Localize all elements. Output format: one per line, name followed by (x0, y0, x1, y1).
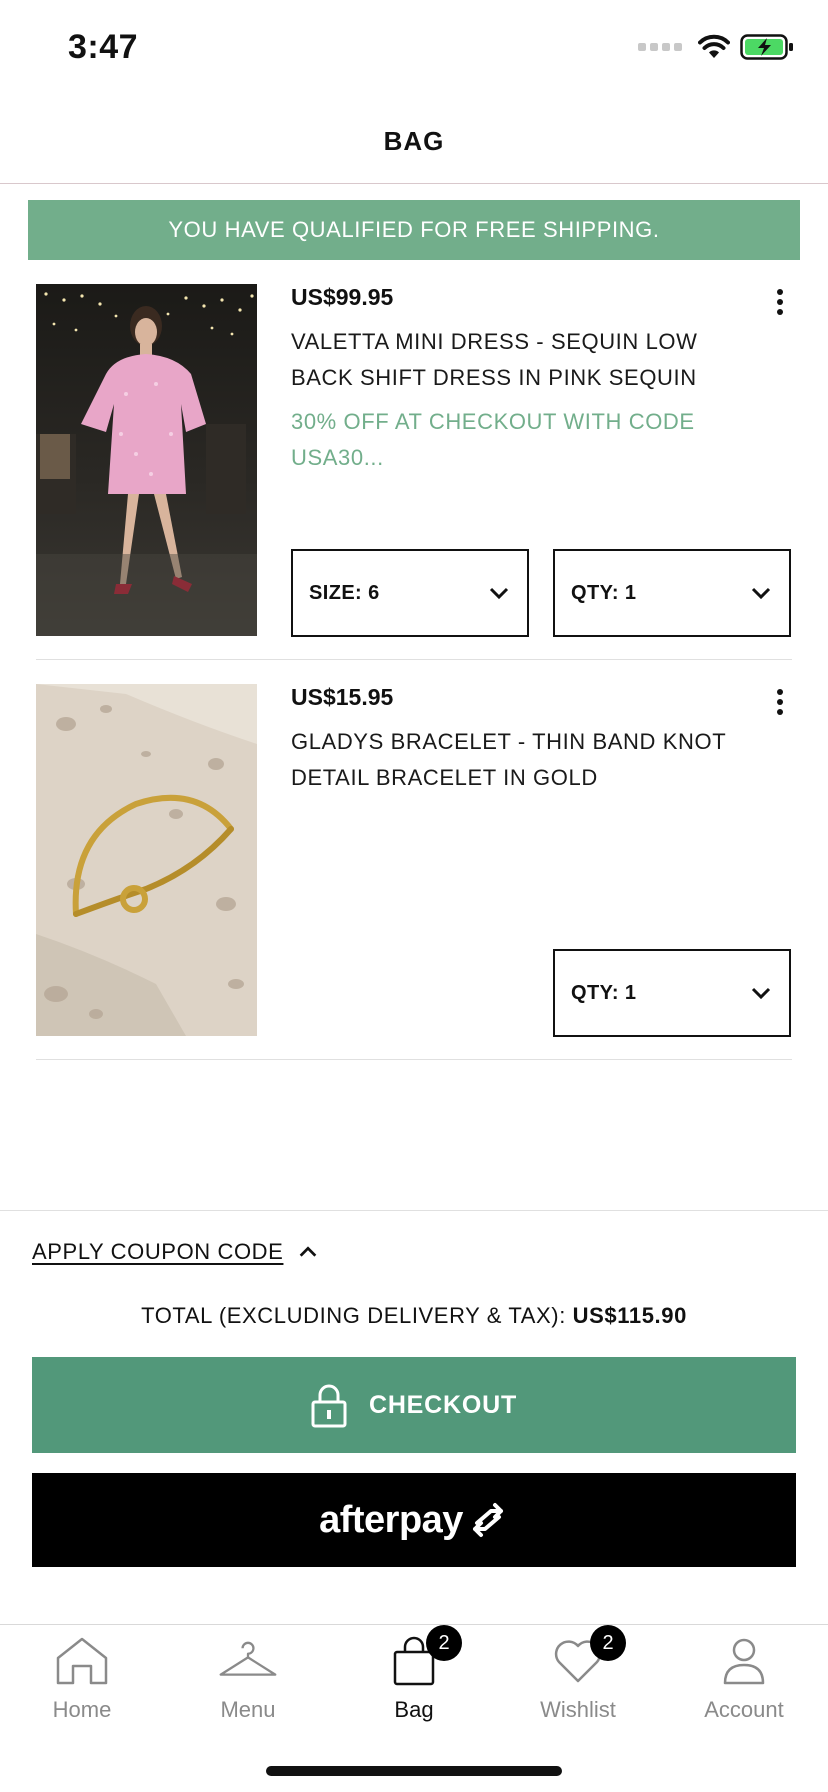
page-title: BAG (383, 126, 445, 156)
checkout-label: CHECKOUT (368, 1390, 518, 1419)
item-name[interactable]: GLADYS BRACELET - THIN BAND KNOT DETAIL … (291, 724, 741, 796)
home-icon (52, 1635, 112, 1687)
apply-coupon-link[interactable]: APPLY COUPON CODE (32, 1239, 283, 1265)
page-header: BAG (0, 100, 828, 184)
afterpay-logo-text: afterpay (319, 1498, 463, 1541)
bag-item: US$15.95 GLADYS BRACELET - THIN BAND KNO… (36, 684, 792, 1060)
bag-item: US$99.95 VALETTA MINI DRESS - SEQUIN LOW… (36, 284, 792, 660)
free-shipping-banner: YOU HAVE QUALIFIED FOR FREE SHIPPING. (28, 200, 800, 260)
more-dots-icon (777, 689, 783, 695)
wishlist-count-badge: 2 (590, 1625, 626, 1661)
chevron-up-icon (300, 1246, 317, 1257)
total-label: TOTAL (EXCLUDING DELIVERY & TAX): (141, 1303, 573, 1328)
status-bar: 3:47 (0, 0, 828, 100)
battery-icon (740, 34, 793, 60)
more-dots-icon (777, 289, 783, 295)
tab-home[interactable]: Home (12, 1635, 152, 1735)
chevron-down-icon (751, 987, 771, 1000)
apply-coupon-toggle[interactable]: APPLY COUPON CODE (32, 1239, 319, 1265)
hanger-icon (218, 1635, 278, 1687)
tab-label: Account (704, 1697, 784, 1722)
bag-icon: 2 (384, 1625, 462, 1687)
item-price: US$99.95 (291, 284, 394, 310)
item-name[interactable]: VALETTA MINI DRESS - SEQUIN LOW BACK SHI… (291, 324, 741, 396)
order-total: TOTAL (EXCLUDING DELIVERY & TAX): US$115… (0, 1303, 828, 1329)
tab-label: Wishlist (540, 1697, 616, 1722)
chevron-down-icon (751, 587, 771, 600)
tab-menu[interactable]: Menu (178, 1635, 318, 1735)
more-options-button[interactable] (768, 282, 792, 322)
product-image-dress[interactable] (36, 284, 257, 636)
bag-count-badge: 2 (426, 1625, 462, 1661)
qty-select[interactable]: QTY: 1 (553, 949, 791, 1037)
tab-label: Home (52, 1697, 112, 1722)
checkout-button[interactable]: CHECKOUT (32, 1357, 796, 1453)
lock-icon (311, 1384, 347, 1428)
signal-icon (638, 43, 682, 51)
item-price: US$15.95 (291, 684, 394, 710)
wifi-icon (698, 34, 730, 58)
tab-label: Menu (220, 1697, 276, 1722)
product-image-bracelet[interactable] (36, 684, 257, 1036)
qty-select-label: QTY: 1 (571, 981, 637, 1004)
tab-bag[interactable]: 2 Bag (344, 1625, 484, 1735)
afterpay-button[interactable]: afterpay (32, 1473, 796, 1567)
more-options-button[interactable] (768, 682, 792, 722)
tab-wishlist[interactable]: 2 Wishlist (508, 1625, 648, 1735)
qty-select-label: QTY: 1 (571, 581, 637, 604)
size-select[interactable]: SIZE: 6 (291, 549, 529, 637)
checkout-panel: APPLY COUPON CODE TOTAL (EXCLUDING DELIV… (0, 1210, 828, 1624)
item-promo: 30% OFF AT CHECKOUT WITH CODE USA30... (291, 409, 695, 470)
total-value: US$115.90 (572, 1303, 687, 1328)
afterpay-arrows-icon (472, 1503, 503, 1537)
qty-select[interactable]: QTY: 1 (553, 549, 791, 637)
status-time: 3:47 (68, 28, 139, 66)
size-select-label: SIZE: 6 (309, 581, 380, 604)
heart-icon: 2 (548, 1625, 626, 1687)
home-indicator[interactable] (266, 1766, 562, 1776)
tab-label: Bag (394, 1697, 434, 1722)
chevron-down-icon (489, 587, 509, 600)
tab-account[interactable]: Account (674, 1635, 814, 1735)
person-icon (714, 1635, 774, 1687)
status-icons (638, 34, 794, 60)
